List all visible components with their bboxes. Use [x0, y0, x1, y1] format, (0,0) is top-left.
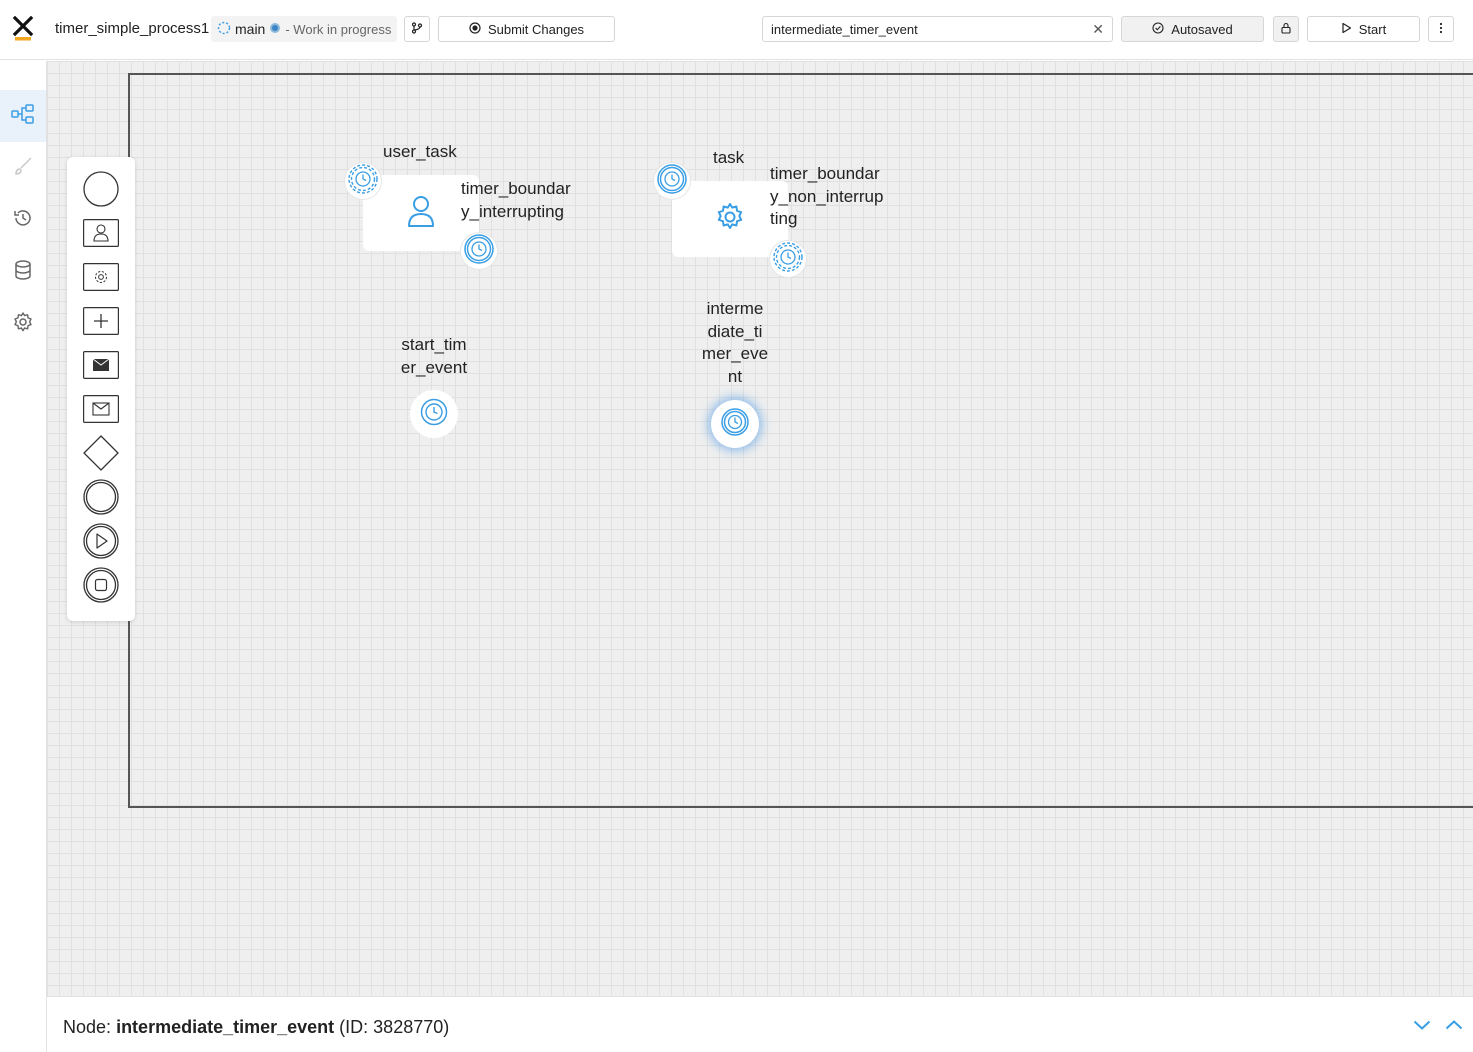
palette-message-catch[interactable]	[81, 391, 121, 431]
database-icon	[13, 259, 33, 286]
process-title: timer_simple_process1	[55, 20, 210, 37]
palette-service-task[interactable]	[81, 259, 121, 299]
palette-user-task[interactable]	[81, 215, 121, 255]
node-prefix: Node:	[63, 1017, 112, 1037]
start-button[interactable]: Start	[1307, 16, 1420, 42]
timer-boundary-interrupting-node[interactable]	[461, 233, 497, 269]
node-name: intermediate_timer_event	[116, 1017, 335, 1037]
lock-button[interactable]	[1273, 16, 1299, 42]
timer-icon	[419, 397, 449, 432]
subprocess-icon	[83, 306, 119, 340]
start-label: Start	[1358, 21, 1387, 37]
record-icon	[469, 21, 481, 37]
top-bar: timer_simple_process1 main - Work in pro…	[0, 0, 1473, 60]
timer-icon	[720, 407, 750, 442]
sidebar-item-settings[interactable]	[0, 298, 46, 350]
clear-search-icon[interactable]: ✕	[1092, 21, 1104, 38]
collapse-button[interactable]	[1411, 1017, 1433, 1035]
user-task-timer-boundary[interactable]	[345, 163, 381, 199]
palette-message-throw[interactable]	[81, 347, 121, 387]
task-label: task	[713, 148, 745, 167]
play-icon	[1341, 22, 1352, 37]
intermediate-event-icon	[83, 478, 119, 520]
service-gear-icon	[715, 202, 745, 237]
user-task-label: user_task	[383, 142, 457, 161]
node-details-bar: Node: intermediate_timer_event (ID: 3828…	[47, 996, 1473, 1052]
lock-icon	[1280, 22, 1292, 37]
palette-intermediate-event[interactable]	[81, 478, 121, 520]
brush-icon	[12, 155, 34, 182]
end-event-icon	[83, 566, 119, 608]
chevron-up-icon	[1445, 1017, 1463, 1035]
node-search[interactable]: ✕	[762, 16, 1113, 42]
branch-button[interactable]	[404, 16, 430, 42]
branch-status-dot-icon	[269, 21, 281, 37]
diagram-canvas[interactable]: user_task timer_boundar y_interrupting t…	[47, 61, 1473, 996]
palette-start-event[interactable]	[81, 170, 121, 212]
sidebar-item-process[interactable]	[0, 90, 46, 142]
autosave-label: Autosaved	[1171, 21, 1233, 37]
sidebar-item-history[interactable]	[0, 194, 46, 246]
timer-icon	[656, 163, 688, 200]
submit-changes-button[interactable]: Submit Changes	[438, 16, 615, 42]
user-icon	[406, 194, 436, 233]
autosave-status[interactable]: Autosaved	[1121, 16, 1264, 42]
palette-gateway[interactable]	[81, 434, 121, 477]
palette-subprocess[interactable]	[81, 303, 121, 343]
sidebar-item-data[interactable]	[0, 246, 46, 298]
gateway-icon	[82, 434, 120, 477]
timer-icon	[463, 233, 495, 270]
start-timer-event-node[interactable]	[410, 390, 458, 438]
history-icon	[12, 207, 34, 234]
element-palette	[67, 157, 135, 621]
app-logo[interactable]	[12, 15, 34, 42]
timer-non-interrupting-icon	[347, 163, 379, 200]
chevron-down-icon	[1413, 1017, 1431, 1035]
play-event-icon	[83, 522, 119, 564]
start-event-icon	[83, 170, 119, 212]
message-catch-icon	[83, 394, 119, 428]
task-timer-boundary[interactable]	[654, 163, 690, 199]
timer-boundary-non-interrupting-label: timer_boundar y_non_interrup ting	[770, 164, 884, 228]
intermediate-timer-event-node[interactable]	[711, 400, 759, 448]
user-task-icon	[83, 218, 119, 252]
more-options-button[interactable]	[1428, 16, 1454, 42]
start-timer-event-label: start_tim er_event	[400, 335, 468, 377]
branch-selector[interactable]: main - Work in progress	[211, 16, 398, 42]
node-id: (ID: 3828770)	[339, 1017, 450, 1037]
timer-boundary-non-interrupting-node[interactable]	[770, 241, 806, 277]
branch-spinner-icon	[217, 21, 231, 38]
gear-icon	[12, 311, 34, 338]
palette-end-event[interactable]	[81, 566, 121, 608]
process-diagram-icon	[11, 103, 35, 129]
search-input[interactable]	[771, 21, 1093, 37]
git-branch-icon	[411, 21, 423, 37]
service-task-icon	[83, 262, 119, 296]
check-circle-icon	[1152, 21, 1164, 37]
branch-name: main	[235, 21, 266, 37]
expand-button[interactable]	[1443, 1017, 1465, 1035]
message-throw-icon	[83, 350, 119, 384]
branch-status: - Work in progress	[285, 21, 392, 37]
submit-changes-label: Submit Changes	[487, 21, 585, 37]
more-vertical-icon	[1439, 22, 1443, 37]
node-info: Node: intermediate_timer_event (ID: 3828…	[63, 1017, 449, 1038]
sidebar-item-theme[interactable]	[0, 142, 46, 194]
palette-play-event[interactable]	[81, 522, 121, 564]
intermediate-timer-event-label: interme diate_ti mer_eve nt	[701, 299, 769, 386]
timer-non-interrupting-icon	[772, 241, 804, 278]
left-sidebar	[0, 61, 47, 1052]
timer-boundary-interrupting-label: timer_boundar y_interrupting	[461, 179, 571, 221]
